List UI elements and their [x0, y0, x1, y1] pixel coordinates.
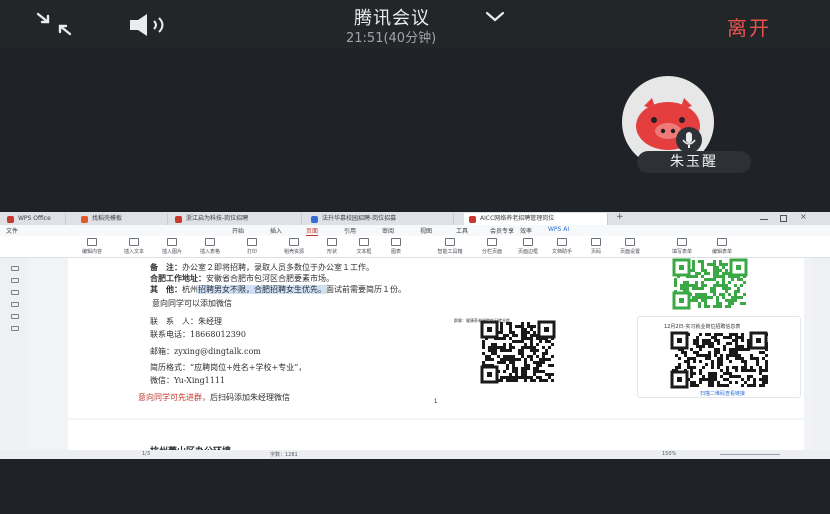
ribbon-button[interactable]: 打印 — [234, 237, 270, 257]
menu-item-member[interactable]: 会员专享 — [490, 226, 514, 235]
doc-line-remark: 备 注：办公室２即将招聘，录取人员多数位于办公室１工作。 — [150, 262, 374, 272]
tab-label: WPS Office — [18, 215, 51, 222]
nav-icon[interactable] — [11, 302, 19, 307]
leave-button[interactable]: 离开 — [727, 12, 771, 41]
card-title: 12月2日-实习就业岗位招聘信息表 — [664, 324, 741, 330]
close-icon[interactable]: × — [800, 212, 807, 221]
tab-label: 法升华慕校园招聘-岗位招募 — [322, 215, 397, 222]
tab-label: 找稻壳模板 — [92, 215, 123, 222]
ribbon-button[interactable]: 图表 — [378, 237, 414, 257]
nav-icon[interactable] — [11, 314, 19, 319]
wechat-qr-code — [672, 258, 748, 310]
new-tab-icon[interactable]: + — [616, 212, 624, 222]
ribbon-button[interactable]: 页面设置 — [612, 237, 648, 257]
doc-icon — [175, 216, 182, 223]
form-qr-code — [670, 331, 768, 389]
wps-icon — [7, 216, 14, 223]
ribbon-button[interactable]: 填写表单 — [664, 237, 700, 257]
ribbon-button[interactable]: 页码 — [578, 237, 614, 257]
ribbon-button[interactable]: 页面边框 — [510, 237, 546, 257]
doc-icon — [311, 216, 318, 223]
tab-label: 浙江启为科技-岗位招聘 — [186, 215, 249, 222]
menu-item-wps-ai[interactable]: WPS AI — [548, 226, 569, 233]
doc-email: 邮箱：zyxing@dingtalk.com — [150, 347, 261, 356]
menu-item-tools[interactable]: 工具 — [456, 226, 468, 235]
doc-wechat-id: 微信：Yu-Xing1111 — [150, 376, 226, 385]
exit-fullscreen-icon[interactable] — [34, 12, 74, 36]
ribbon-button[interactable]: 编辑内容 — [74, 237, 110, 257]
ribbon-button[interactable]: 形状 — [314, 237, 350, 257]
menu-item-review[interactable]: 审阅 — [382, 226, 394, 235]
meeting-window: 腾讯会议 21:51(40分钟) 离开 朱玉醒 WPS Office 找稻壳模板… — [0, 0, 830, 514]
ribbon-button[interactable]: 插入表格 — [192, 237, 228, 257]
nav-icon[interactable] — [11, 278, 19, 283]
tab-template[interactable]: 找稻壳模板 — [76, 213, 168, 225]
word-count[interactable]: 字数：1281 — [270, 451, 298, 458]
menu-item-home[interactable]: 开始 — [232, 226, 244, 235]
participant-name: 朱玉醒 — [637, 151, 751, 173]
doc-resume-format: 简历格式：“应聘岗位+姓名+学校+专业”， — [150, 363, 307, 372]
ribbon-button[interactable]: 智能工具箱 — [432, 237, 468, 257]
minimize-icon[interactable] — [760, 219, 768, 220]
chevron-down-icon[interactable] — [484, 9, 506, 23]
doc-wechat-note: 意向同学可以添加微信 — [152, 299, 232, 308]
zoom-level[interactable]: 150% — [662, 451, 676, 457]
menu-item-reference[interactable]: 引用 — [344, 226, 356, 235]
browser-tab-bar: WPS Office 找稻壳模板 浙江启为科技-岗位招聘 法升华慕校园招聘-岗位… — [0, 212, 830, 225]
ribbon-button[interactable]: 文本框 — [346, 237, 382, 257]
nav-icon[interactable] — [11, 266, 19, 271]
tab-doc-3[interactable]: AICC网络养老招聘管理岗位 — [464, 213, 608, 225]
ribbon-button[interactable]: 编辑表单 — [704, 237, 740, 257]
menu-item-file[interactable]: 文件 — [6, 226, 18, 235]
speaker-icon[interactable] — [128, 12, 176, 38]
document-page-2: 杭州萧山区办公环境 — [68, 420, 804, 452]
doc-contact: 联 系 人：朱经理 — [150, 317, 222, 326]
right-sidebar — [812, 258, 830, 448]
tab-doc-2[interactable]: 法升华慕校园招聘-岗位招募 — [306, 213, 454, 225]
menu-bar: 文件 开始 插入 页面 引用 审阅 视图 工具 会员专享 效率 WPS AI — [0, 225, 830, 236]
tab-label: AICC网络养老招聘管理岗位 — [480, 215, 555, 222]
ribbon-button[interactable]: 插入文本 — [116, 237, 152, 257]
ribbon-button[interactable]: 文档助手 — [544, 237, 580, 257]
card-link[interactable]: 扫描二维码查看链接 — [700, 390, 745, 397]
ribbon-button[interactable]: 分栏页面 — [474, 237, 510, 257]
menu-item-insert[interactable]: 插入 — [270, 226, 282, 235]
tab-doc-1[interactable]: 浙江启为科技-岗位招聘 — [170, 213, 302, 225]
page-indicator[interactable]: 1/3 — [142, 451, 150, 457]
meeting-top-bar: 腾讯会议 21:51(40分钟) 离开 — [0, 0, 830, 48]
microphone-icon — [676, 127, 702, 153]
template-icon — [81, 216, 88, 223]
doc-line-address: 合肥工作地址：安徽省合肥市包河区合肥要素市场。 — [150, 273, 334, 283]
doc-call-to-action: 意向同学可先进群，后扫码添加朱经理微信 — [138, 393, 290, 402]
doc-icon — [469, 216, 476, 223]
left-sidebar — [0, 258, 28, 448]
info-card: 12月2日-实习就业岗位招聘信息表 扫描二维码查看链接 — [637, 316, 801, 398]
doc-phone: 联系电话：18668012390 — [150, 330, 246, 339]
shared-screen: WPS Office 找稻壳模板 浙江启为科技-岗位招聘 法升华慕校园招聘-岗位… — [0, 212, 830, 459]
page-number: 1 — [434, 399, 438, 405]
nav-icon[interactable] — [11, 290, 19, 295]
meeting-bottom-area — [0, 459, 830, 514]
zoom-slider[interactable] — [720, 454, 780, 455]
ribbon-button[interactable]: 稻壳资源 — [276, 237, 312, 257]
doc-line-other: 其 他：杭州招聘男女不限，合肥招聘女生优先。面试前需要简历１份。 — [150, 284, 406, 294]
tab-wps[interactable]: WPS Office — [2, 213, 66, 225]
status-bar: 1/3 字数：1281 150% — [0, 450, 830, 459]
group-qr-code — [480, 320, 556, 384]
menu-item-page[interactable]: 页面 — [306, 226, 319, 236]
maximize-icon[interactable] — [780, 215, 787, 222]
menu-item-view[interactable]: 视图 — [420, 226, 432, 235]
meeting-duration: 21:51(40分钟) — [346, 31, 437, 46]
nav-icon[interactable] — [11, 326, 19, 331]
ribbon-toolbar: 编辑内容 插入文本 插入图片 插入表格 打印 稻壳资源 形状 文本框 图表 智能… — [0, 236, 830, 258]
qr-caption: 群聊：健康养老学院实习就业群 — [454, 318, 510, 323]
ribbon-button[interactable]: 插入图片 — [154, 237, 190, 257]
menu-item-efficiency[interactable]: 效率 — [520, 226, 532, 235]
